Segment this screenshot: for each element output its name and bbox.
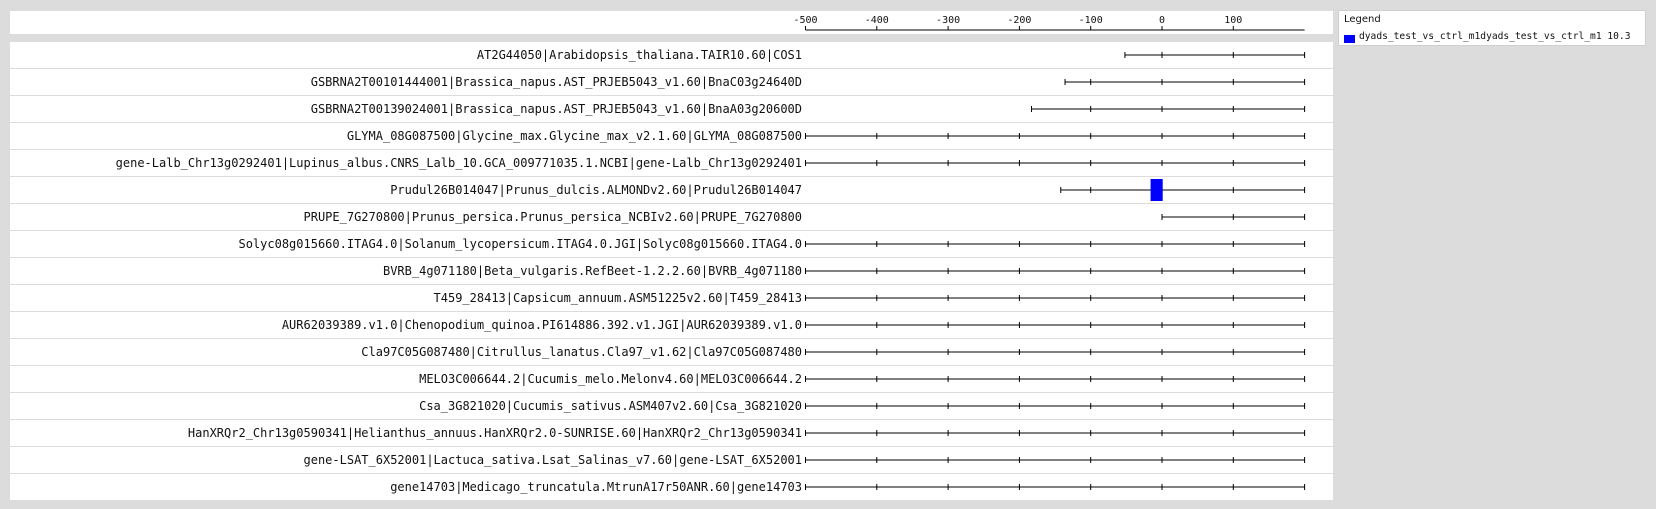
x-tick-label: -400 [865, 15, 889, 26]
axis-panel [10, 11, 1333, 34]
legend-swatch [1344, 35, 1355, 43]
row-label: Csa_3G821020|Cucumis_sativus.ASM407v2.60… [419, 399, 802, 413]
row-label: Prudul26B014047|Prunus_dulcis.ALMONDv2.6… [390, 183, 802, 197]
x-tick-label: 0 [1159, 15, 1165, 26]
row-label: AUR62039389.v1.0|Chenopodium_quinoa.PI61… [282, 318, 802, 332]
promoter-chart: -500 -400 -300 -200 -100 0 100 AT2G44050|Arabid… [10, 11, 1333, 500]
row-label: HanXRQr2_Chr13g0590341|Helianthus_annuus… [188, 426, 802, 440]
row-label: AT2G44050|Arabidopsis_thaliana.TAIR10.60… [477, 48, 802, 62]
x-tick-label: 100 [1224, 15, 1242, 26]
x-tick-label: -200 [1007, 15, 1031, 26]
row-label: gene-Lalb_Chr13g0292401|Lupinus_albus.CN… [116, 156, 802, 170]
row-label: T459_28413|Capsicum_annuum.ASM51225v2.60… [434, 291, 802, 305]
x-tick-label: -300 [936, 15, 960, 26]
row-label: gene-LSAT_6X52001|Lactuca_sativa.Lsat_Sa… [304, 453, 803, 467]
row-label: GLYMA_08G087500|Glycine_max.Glycine_max_… [347, 129, 802, 143]
legend-title: Legend [1344, 14, 1381, 25]
row-label: GSBRNA2T00101444001|Brassica_napus.AST_P… [311, 75, 802, 89]
row-label: Cla97C05G087480|Citrullus_lanatus.Cla97_… [361, 345, 802, 359]
row-label: GSBRNA2T00139024001|Brassica_napus.AST_P… [311, 102, 802, 116]
x-tick-label: -500 [793, 15, 817, 26]
row-label: gene14703|Medicago_truncatula.MtrunA17r5… [390, 480, 802, 494]
feature-bar [1150, 179, 1163, 201]
legend: Legend dyads_test_vs_ctrl_m1dyads_test_v… [1338, 10, 1646, 46]
x-tick-label: -100 [1079, 15, 1103, 26]
row-label: Solyc08g015660.ITAG4.0|Solanum_lycopersi… [238, 237, 802, 251]
legend-entry-label: dyads_test_vs_ctrl_m1dyads_test_vs_ctrl_… [1359, 31, 1631, 42]
row-label: BVRB_4g071180|Beta_vulgaris.RefBeet-1.2.… [383, 264, 802, 278]
row-label: PRUPE_7G270800|Prunus_persica.Prunus_per… [304, 210, 803, 224]
row-label: MELO3C006644.2|Cucumis_melo.Melonv4.60|M… [419, 372, 802, 386]
